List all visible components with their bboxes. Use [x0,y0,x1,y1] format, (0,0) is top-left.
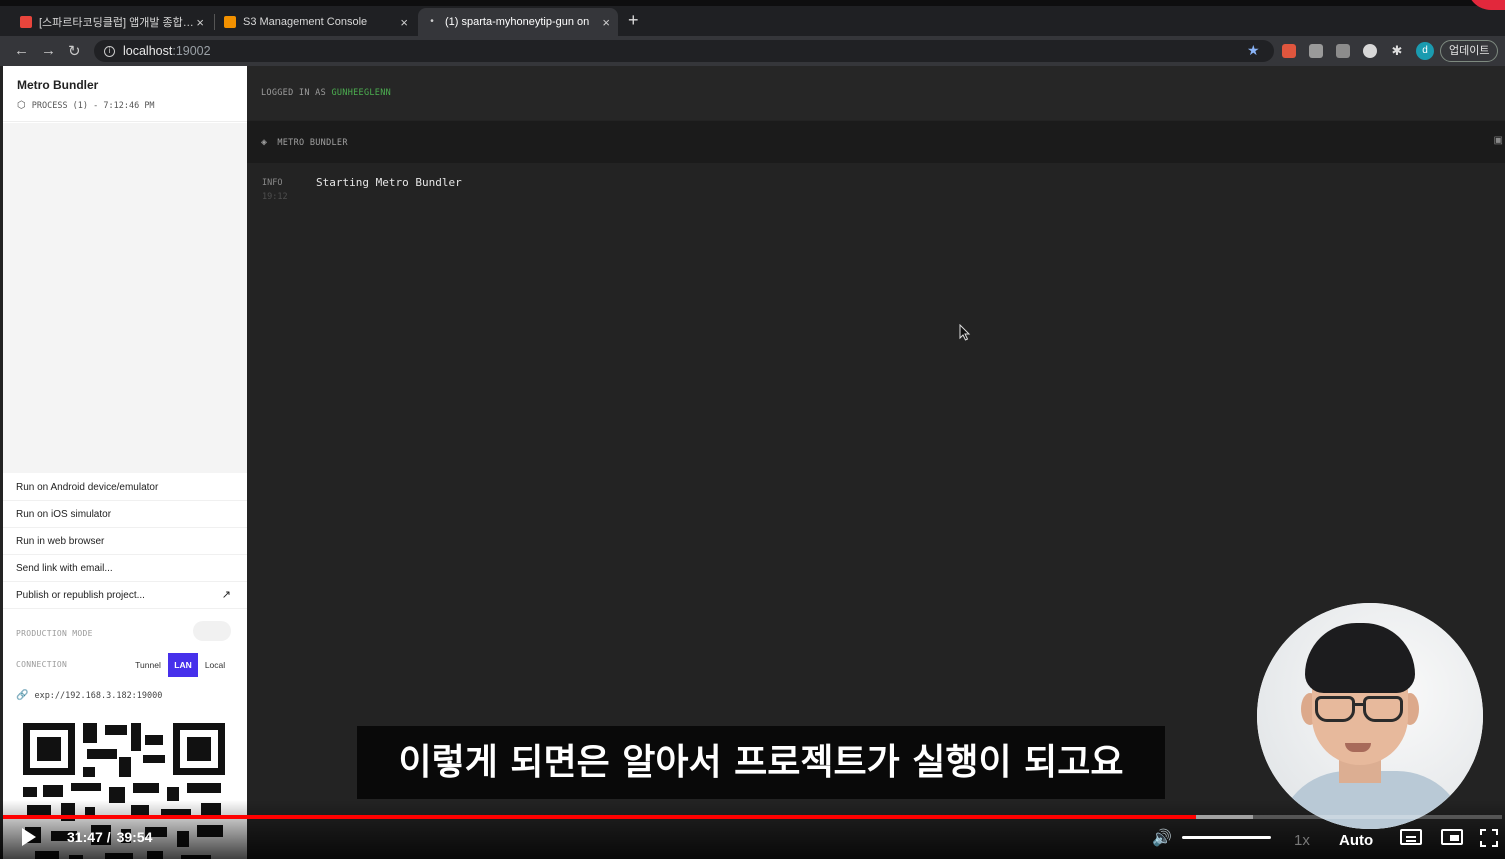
tab-title: S3 Management Console [243,16,368,28]
bookmark-star-icon[interactable]: ★ [1247,42,1260,59]
layers-icon: ◈ [261,137,268,148]
section-title: ◈ METRO BUNDLER [261,137,348,148]
cube-icon: ⬡ [17,100,26,111]
menu-item-label: Run on Android device/emulator [16,482,159,493]
run-menu: Run on Android device/emulator Run on iO… [3,474,247,609]
log-level: INFO [262,178,283,188]
log-message: Starting Metro Bundler [316,176,462,189]
info-icon[interactable]: i [104,45,115,57]
update-button[interactable]: 업데이트 [1440,40,1499,62]
new-tab-button[interactable]: + [628,10,639,31]
video-progress-bar[interactable] [3,815,1502,819]
connection-lan-option[interactable]: LAN [168,653,198,677]
miniplayer-icon[interactable] [1441,829,1463,845]
logged-in-prefix: LOGGED IN AS [261,88,332,98]
username[interactable]: GUNHEEGLENN [331,88,391,98]
link-icon: 🔗 [16,690,29,701]
profile-avatar[interactable]: d [1416,42,1434,60]
sidebar-empty-area [3,123,247,473]
extension-icon[interactable] [1282,44,1296,58]
logged-in-bar: LOGGED IN AS GUNHEEGLENN [247,66,1505,120]
run-web-button[interactable]: Run in web browser [3,528,247,555]
quality-setting[interactable]: Auto [1339,832,1373,849]
connection-local-option[interactable]: Local [200,653,230,677]
clear-logs-icon[interactable]: ▣ [1494,135,1503,146]
section-title-text: METRO BUNDLER [277,137,348,148]
bookmark-favicon-icon [20,16,32,28]
logged-in-status: LOGGED IN AS GUNHEEGLENN [261,88,391,98]
tab-title: (1) sparta-myhoneytip-gun on [445,16,590,28]
screen: [스파르타코딩클럽] 앱개발 종합반 - × S3 Management Con… [0,0,1505,859]
forward-arrow-icon[interactable]: → [41,42,56,59]
tab-close-icon[interactable]: × [196,15,204,30]
presenter-webcam [1257,603,1483,829]
play-icon[interactable] [22,828,36,846]
process-info: ⬡ PROCESS (1) - 7:12:46 PM [17,100,155,111]
tab-s3-console[interactable]: S3 Management Console × [216,8,416,36]
tab-title: [스파르타코딩클럽] 앱개발 종합반 - [39,17,197,29]
sidebar-header: Metro Bundler ⬡ PROCESS (1) - 7:12:46 PM [3,66,247,122]
tab-sparta-myhoneytip[interactable]: • (1) sparta-myhoneytip-gun on × [418,8,618,36]
reload-icon[interactable]: ↻ [68,42,81,60]
duration: 39:54 [116,829,153,845]
tab-separator [214,14,215,30]
connection-label: CONNECTION [16,660,68,669]
aws-cube-favicon-icon [224,16,236,28]
played-bar [3,815,1197,819]
url-host: localhost [123,44,173,58]
process-title: Metro Bundler [17,78,99,92]
exp-url-text: exp://192.168.3.182:19000 [34,690,163,701]
section-header: ◈ METRO BUNDLER ▣ [247,121,1505,163]
current-time: 31:47 / [67,829,111,845]
log-time: 19:12 [262,192,288,202]
extension-icon[interactable] [1363,44,1377,58]
puzzle-extensions-icon[interactable]: ✱ [1390,44,1404,58]
subtitle-caption: 이렇게 되면은 알아서 프로젝트가 실행이 되고요 [357,726,1165,799]
tab-bar-top-strip [0,0,1505,6]
mouse-cursor-icon [959,324,971,341]
camera-extension-icon[interactable] [1309,44,1323,58]
run-ios-button[interactable]: Run on iOS simulator [3,501,247,528]
menu-item-label: Publish or republish project... [16,590,145,601]
dot-favicon-icon: • [430,16,434,27]
playback-speed[interactable]: 1x [1294,832,1310,849]
external-arrow-icon: ↗ [221,589,231,601]
extension-icon[interactable] [1336,44,1350,58]
tab-sparta-coding-club[interactable]: [스파르타코딩클럽] 앱개발 종합반 - × [12,8,212,36]
tab-close-icon[interactable]: × [400,15,408,30]
volume-icon[interactable]: 🔊 [1152,828,1172,848]
browser-tab-bar: [스파르타코딩클럽] 앱개발 종합반 - × S3 Management Con… [0,0,1505,36]
volume-slider[interactable] [1182,836,1271,839]
url-port: :19002 [172,44,211,58]
menu-item-label: Run in web browser [16,536,105,547]
subtitles-icon[interactable] [1400,829,1422,845]
connection-tunnel-option[interactable]: Tunnel [129,653,167,677]
back-arrow-icon[interactable]: ← [14,42,29,59]
expo-sidebar: Metro Bundler ⬡ PROCESS (1) - 7:12:46 PM… [3,66,247,859]
menu-item-label: Send link with email... [16,563,113,574]
production-mode-label: PRODUCTION MODE [16,629,93,638]
production-mode-toggle[interactable] [193,621,231,641]
run-android-button[interactable]: Run on Android device/emulator [3,474,247,501]
fullscreen-icon[interactable] [1480,829,1498,847]
publish-button[interactable]: Publish or republish project... ↗ [3,582,247,609]
menu-item-label: Run on iOS simulator [16,509,112,520]
tab-close-icon[interactable]: × [602,15,610,30]
send-link-button[interactable]: Send link with email... [3,555,247,582]
time-display: 31:47 / 39:54 [67,829,152,845]
address-bar[interactable]: i localhost:19002 [94,40,1274,62]
exp-url[interactable]: 🔗 exp://192.168.3.182:19000 [16,690,162,701]
process-label: PROCESS (1) - 7:12:46 PM [31,100,155,111]
